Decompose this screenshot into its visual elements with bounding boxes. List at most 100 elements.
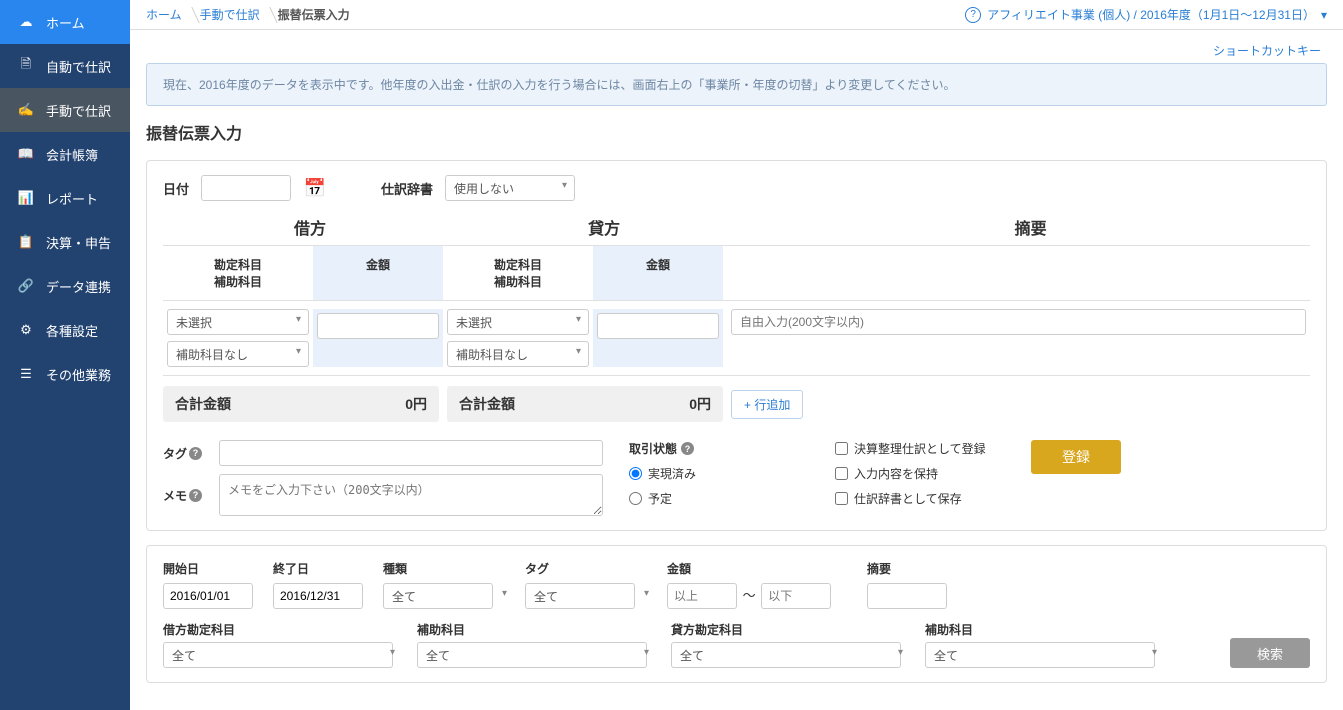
debit-aux-col: 補助科目 全て <box>417 621 657 668</box>
sidebar-item-report[interactable]: 📊 レポート <box>0 176 130 220</box>
content: 現在、2016年度のデータを表示中です。他年度の入出金・仕訳の入力を行う場合には… <box>130 63 1343 683</box>
debit-total: 合計金額0円 <box>163 386 439 422</box>
sidebar-item-settings[interactable]: ⚙ 各種設定 <box>0 308 130 352</box>
status-future-radio[interactable]: 予定 <box>629 490 809 507</box>
sub-memo <box>723 245 1310 300</box>
shortcut-link[interactable]: ショートカットキー <box>1213 44 1321 58</box>
sidebar-item-label: レポート <box>46 189 98 208</box>
link-icon: 🔗 <box>14 278 38 294</box>
meta-grid: タグ? メモ? 取引状態? 実現済み 予定 決算整理仕訳として登録 入力内容を保… <box>163 440 1310 516</box>
help-icon[interactable]: ? <box>965 7 981 23</box>
sidebar-item-label: ホーム <box>46 13 85 32</box>
help-icon[interactable]: ? <box>189 447 202 460</box>
crumb-sep-icon <box>186 7 196 23</box>
date-input[interactable] <box>201 175 291 201</box>
search-end-input[interactable] <box>273 583 363 609</box>
search-memo-l: 摘要 <box>867 560 953 577</box>
sidebar-item-label: 決算・申告 <box>46 233 111 252</box>
credit-account-select[interactable]: 未選択 <box>447 309 589 335</box>
tag-label: タグ? <box>163 445 219 462</box>
credit-aux-select[interactable]: 全て <box>925 642 1165 668</box>
add-row-button[interactable]: + 行追加 <box>731 390 803 419</box>
credit-aux-col: 補助科目 全て <box>925 621 1165 668</box>
cloud-icon: ☁ <box>14 14 38 30</box>
crumb-current: 振替伝票入力 <box>278 6 350 23</box>
meta-right: 決算整理仕訳として登録 入力内容を保持 仕訳辞書として保存 <box>835 440 1005 516</box>
amt-range: ～ <box>667 583 857 609</box>
search-amt-l: 金額 <box>667 560 857 577</box>
tag-input[interactable] <box>219 440 603 466</box>
memo-input[interactable] <box>731 309 1306 335</box>
sidebar-item-label: 各種設定 <box>46 321 98 340</box>
crumb-home[interactable]: ホーム <box>146 6 182 23</box>
search-grid-top: 開始日 終了日 種類 タグ 金額 摘要 全て 全て ～ <box>163 560 1310 609</box>
sidebar-item-label: データ連携 <box>46 277 111 296</box>
search-start-input[interactable] <box>163 583 253 609</box>
search-btn-wrap: 検索 <box>1230 638 1310 668</box>
chk-savedic[interactable]: 仕訳辞書として保存 <box>835 490 1005 507</box>
sub-debit-acc: 勘定科目補助科目 <box>163 245 313 300</box>
date-label: 日付 <box>163 179 189 198</box>
sidebar-item-manual-journal[interactable]: ✍ 手動で仕訳 <box>0 88 130 132</box>
memo-textarea[interactable] <box>219 474 603 516</box>
sub-debit-amt: 金額 <box>313 245 443 300</box>
search-button[interactable]: 検索 <box>1230 638 1310 668</box>
credit-acc-select[interactable]: 全て <box>671 642 911 668</box>
sidebar-item-ledger[interactable]: 📖 会計帳簿 <box>0 132 130 176</box>
help-icon[interactable]: ? <box>681 442 694 455</box>
amt-ge-input[interactable] <box>667 583 737 609</box>
chart-icon: 📊 <box>14 190 38 206</box>
sidebar-item-datalink[interactable]: 🔗 データ連携 <box>0 264 130 308</box>
search-tag-select[interactable]: 全て <box>525 583 657 609</box>
sidebar-item-label: 自動で仕訳 <box>46 57 111 76</box>
memo-label: メモ? <box>163 487 219 504</box>
header-context[interactable]: ? アフィリエイト事業 (個人) / 2016年度（1月1日～12月31日） ▾ <box>965 6 1327 23</box>
help-icon[interactable]: ? <box>189 489 202 502</box>
auto-icon: 🗎 <box>14 55 38 77</box>
dict-select[interactable]: 使用しない <box>445 175 575 201</box>
search-memo-input[interactable] <box>867 583 947 609</box>
debit-account-select[interactable]: 未選択 <box>167 309 309 335</box>
search-row2: 借方勘定科目 全て 補助科目 全て 貸方勘定科目 全て 補助科目 全て 検索 <box>163 621 1310 668</box>
chk-settle[interactable]: 決算整理仕訳として登録 <box>835 440 1005 457</box>
sidebar-item-auto-journal[interactable]: 🗎 自動で仕訳 <box>0 44 130 88</box>
meta-left: タグ? メモ? <box>163 440 603 516</box>
chk-keep[interactable]: 入力内容を保持 <box>835 465 1005 482</box>
amt-le-input[interactable] <box>761 583 831 609</box>
col-debit: 借方 <box>163 215 457 245</box>
book-icon: 📖 <box>14 146 38 162</box>
meta-mid: 取引状態? 実現済み 予定 <box>629 440 809 516</box>
tilde: ～ <box>743 588 756 603</box>
credit-acc-col: 貸方勘定科目 全て <box>671 621 911 668</box>
sidebar-item-other[interactable]: ☰ その他業務 <box>0 352 130 396</box>
form-row-top: 日付 📅 仕訳辞書 使用しない <box>163 175 1310 201</box>
sidebar-item-label: 手動で仕訳 <box>46 101 111 120</box>
debit-amount-input[interactable] <box>317 313 439 339</box>
register-button[interactable]: 登録 <box>1031 440 1121 474</box>
entry-panel: 日付 📅 仕訳辞書 使用しない 借方 貸方 摘要 勘定科目補助科目 金額 <box>146 160 1327 531</box>
chevron-down-icon: ▾ <box>1321 8 1327 22</box>
calendar-icon[interactable]: 📅 <box>303 176 327 200</box>
sub-credit-amt: 金額 <box>593 245 723 300</box>
search-end-l: 終了日 <box>273 560 373 577</box>
ledger-header: 借方 貸方 摘要 <box>163 215 1310 245</box>
credit-amount-input[interactable] <box>597 313 719 339</box>
search-type-select[interactable]: 全て <box>383 583 515 609</box>
totals-row: 合計金額0円 合計金額0円 + 行追加 <box>163 375 1310 422</box>
status-label: 取引状態? <box>629 440 809 457</box>
credit-aux-select[interactable]: 補助科目なし <box>447 341 589 367</box>
info-box: 現在、2016年度のデータを表示中です。他年度の入出金・仕訳の入力を行う場合には… <box>146 63 1327 106</box>
sub-header: 勘定科目補助科目 金額 勘定科目補助科目 金額 <box>163 245 1310 300</box>
status-done-radio[interactable]: 実現済み <box>629 465 809 482</box>
search-tag-l: タグ <box>525 560 657 577</box>
debit-amount-col <box>313 309 443 367</box>
hand-icon: ✍ <box>14 102 38 118</box>
sidebar-item-closing[interactable]: 📋 決算・申告 <box>0 220 130 264</box>
debit-aux-select[interactable]: 補助科目なし <box>167 341 309 367</box>
debit-acc-select[interactable]: 全て <box>163 642 403 668</box>
breadcrumb: ホーム 手動で仕訳 振替伝票入力 <box>146 6 350 23</box>
dict-label: 仕訳辞書 <box>381 179 433 198</box>
debit-aux-select[interactable]: 全て <box>417 642 657 668</box>
crumb-manual[interactable]: 手動で仕訳 <box>200 6 260 23</box>
sidebar-item-home[interactable]: ☁ ホーム <box>0 0 130 44</box>
